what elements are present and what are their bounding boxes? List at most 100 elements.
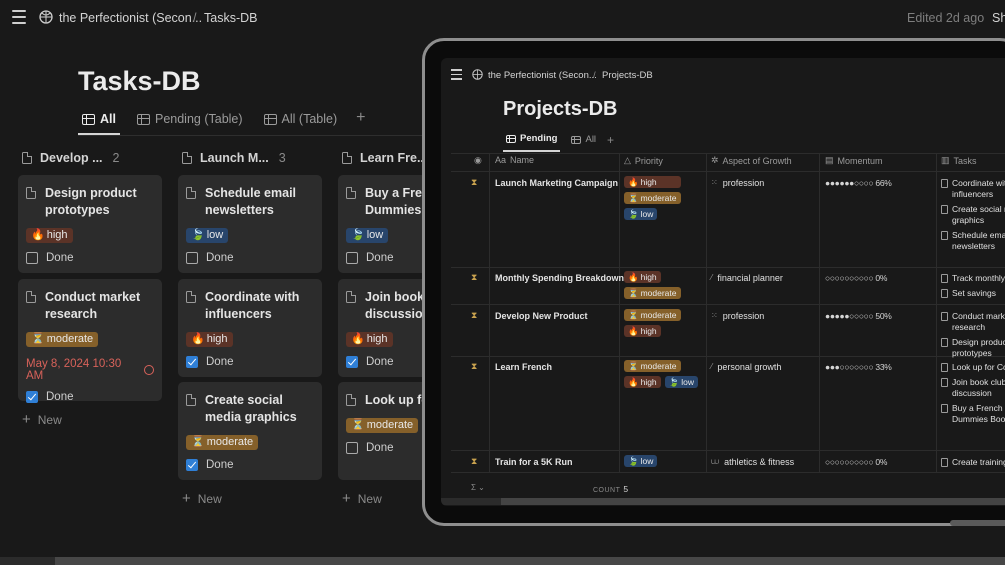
tab-pending-table[interactable]: Pending (Table)	[133, 110, 247, 133]
aspect-cell[interactable]: ⁙ profession	[711, 178, 764, 188]
hourglass-icon: ⏳	[31, 333, 45, 345]
done-checkbox[interactable]	[186, 356, 198, 368]
add-view-button[interactable]: +	[356, 110, 365, 126]
column-header-momentum[interactable]: ▤ Momentum	[825, 155, 883, 166]
task-link[interactable]: Buy a French for Dummies Book	[952, 403, 1005, 425]
priority-tag-high: 🔥 high	[186, 332, 233, 347]
priority-cell[interactable]: 🔥 high ⏳ moderate	[624, 271, 681, 299]
task-link[interactable]: Create social media graphics	[952, 204, 1005, 226]
plus-icon: +	[22, 411, 31, 428]
card-coordinate-with-influencers[interactable]: Coordinate with influencers 🔥 high Done	[178, 279, 322, 377]
done-checkbox[interactable]	[346, 252, 358, 264]
priority-tag-moderate: ⏳ moderate	[624, 287, 681, 299]
priority-cell[interactable]: ⏳ moderate 🔥 high	[624, 309, 681, 337]
new-card-button[interactable]: + New	[342, 490, 382, 507]
card-design-product-prototypes[interactable]: Design product prototypes 🔥 high Done	[18, 175, 162, 273]
task-link[interactable]: Create training	[952, 457, 1005, 468]
column-count: 3	[278, 151, 286, 165]
column-count: 2	[112, 151, 120, 165]
column-header[interactable]: Learn Fre...	[338, 146, 426, 170]
header-label: Aspect of Growth	[722, 155, 792, 166]
breadcrumb-workspace[interactable]: the Perfectionist (Secon...	[488, 70, 597, 81]
task-link[interactable]: Join book club discussion	[952, 377, 1005, 399]
column-header-aspect[interactable]: ✲ Aspect of Growth	[711, 155, 792, 166]
add-view-button[interactable]: +	[607, 133, 614, 147]
card-create-social-media-graphics[interactable]: Create social media graphics ⏳ moderate D…	[178, 382, 322, 480]
card-schedule-email-newsletters[interactable]: Schedule email newsletters 🍃 low Done	[178, 175, 322, 273]
menu-icon[interactable]	[12, 10, 26, 24]
momentum-cell: ○○○○○○○○○○ 0%	[825, 273, 888, 283]
done-checkbox[interactable]	[186, 252, 198, 264]
done-checkbox[interactable]	[346, 442, 358, 454]
card-conduct-market-research[interactable]: Conduct market research ⏳ moderate May 8,…	[18, 279, 162, 403]
task-link[interactable]: Design product prototypes	[952, 337, 1005, 359]
priority-tag-moderate: ⏳ moderate	[624, 192, 681, 204]
tag-label: high	[640, 377, 657, 387]
table-border	[451, 171, 1005, 172]
page-icon	[941, 205, 948, 214]
tab-label: Pending	[520, 133, 558, 144]
priority-cell[interactable]: 🍃 low	[624, 455, 658, 467]
card-look-up-content[interactable]: Look up for Content ⏳moderate Done	[338, 382, 426, 480]
new-card-button[interactable]: + New	[182, 490, 222, 507]
scrollbar-thumb[interactable]	[501, 498, 1005, 505]
laptop-screen: the Perfectionist (Secon... / Projects-D…	[441, 58, 1005, 506]
done-checkbox[interactable]	[26, 391, 38, 403]
table-row-name[interactable]: Learn French	[495, 362, 552, 372]
task-link[interactable]: Track monthly	[952, 273, 1005, 284]
task-link[interactable]: Conduct market research	[952, 311, 1005, 333]
momentum-cell: ●●●○○○○○○○ 33%	[825, 362, 892, 372]
task-link[interactable]: Set savings	[952, 288, 996, 299]
table-row-name[interactable]: Monthly Spending Breakdown	[495, 273, 624, 283]
tasks-cell[interactable]: Look up for Content Join book club discu…	[941, 362, 1005, 429]
page-icon	[186, 394, 196, 406]
done-checkbox[interactable]	[186, 459, 198, 471]
share-button[interactable]: Sh	[992, 11, 1005, 25]
status-column-icon: ◉	[474, 155, 482, 165]
tasks-cell[interactable]: Coordinate with influencers Create socia…	[941, 178, 1005, 256]
table-row-name[interactable]: Develop New Product	[495, 311, 588, 321]
column-header-priority[interactable]: △ Priority	[624, 155, 663, 166]
priority-cell[interactable]: 🔥 high ⏳ moderate 🍃 low	[624, 176, 681, 220]
edited-status: Edited 2d ago	[907, 11, 985, 25]
breadcrumb-page[interactable]: Tasks-DB	[204, 11, 257, 25]
column-header-name[interactable]: Aa Name	[495, 155, 534, 165]
new-card-button[interactable]: + New	[22, 411, 62, 428]
tab-pending[interactable]: Pending	[503, 132, 561, 152]
aspect-cell[interactable]: ⁙ profession	[711, 311, 764, 321]
tasks-cell[interactable]: Track monthly Set savings	[941, 273, 1005, 303]
done-checkbox[interactable]	[26, 252, 38, 264]
calculate-button[interactable]: Σ ⌄	[471, 483, 485, 492]
aspect-cell[interactable]: ⩊ athletics & fitness	[711, 457, 794, 467]
tag-label: moderate	[640, 288, 677, 298]
tasks-cell[interactable]: Conduct market research Design product p…	[941, 311, 1005, 363]
tasks-cell[interactable]: Create training	[941, 457, 1005, 472]
header-label: Name	[510, 155, 535, 165]
task-link[interactable]: Coordinate with influencers	[952, 178, 1005, 200]
scrollbar-thumb[interactable]	[55, 557, 1005, 565]
priority-cell[interactable]: ⏳ moderate 🔥 high 🍃 low	[624, 360, 699, 388]
aspect-cell[interactable]: ⁄ financial planner	[711, 273, 783, 283]
table-row-name[interactable]: Launch Marketing Campaign	[495, 178, 618, 188]
tab-all-table[interactable]: All (Table)	[260, 110, 342, 133]
column-header-tasks[interactable]: ▥ Tasks	[941, 155, 977, 166]
column-header[interactable]: Develop ... 2	[18, 146, 168, 170]
board-icon	[82, 113, 95, 125]
page-icon	[22, 152, 32, 164]
momentum-cell: ●●●●●○○○○○ 50%	[825, 311, 892, 321]
hourglass-icon: ⏳	[628, 288, 639, 298]
card-buy-french-book[interactable]: Buy a French for Dummies Book 🍃low Done	[338, 175, 426, 273]
tab-all[interactable]: All	[78, 110, 120, 135]
fire-icon: 🔥	[191, 333, 205, 345]
breadcrumb-workspace[interactable]: the Perfectionist (Secon...	[59, 11, 202, 25]
menu-icon[interactable]	[451, 69, 462, 83]
table-row-name[interactable]: Train for a 5K Run	[495, 457, 573, 467]
card-join-book-club[interactable]: Join book club discussion 🔥high Done	[338, 279, 426, 377]
task-link[interactable]: Look up for Content	[952, 362, 1005, 373]
done-checkbox[interactable]	[346, 356, 358, 368]
column-header[interactable]: Launch M... 3	[178, 146, 328, 170]
task-link[interactable]: Schedule email newsletters	[952, 230, 1005, 252]
aspect-cell[interactable]: ⁄ personal growth	[711, 362, 781, 372]
breadcrumb-page[interactable]: Projects-DB	[602, 70, 653, 81]
tab-all[interactable]: All	[568, 133, 599, 151]
